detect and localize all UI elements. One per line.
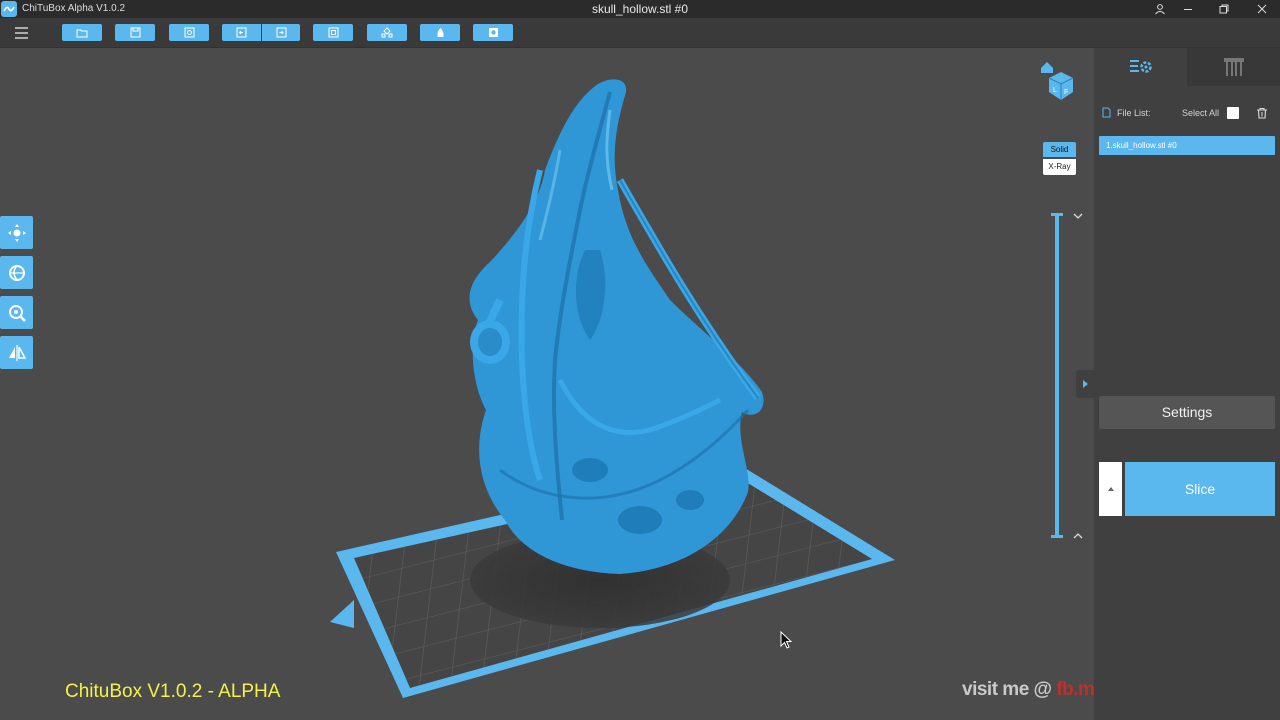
layer-slider-track[interactable] — [1055, 215, 1059, 537]
redo-icon — [276, 27, 286, 38]
slice-button[interactable]: Slice — [1125, 462, 1275, 516]
app-logo-icon — [1, 1, 17, 17]
view-cube-icon[interactable]: L F — [1039, 58, 1075, 109]
visit-prefix: visit me @ — [962, 679, 1057, 700]
tab-settings[interactable] — [1094, 48, 1187, 86]
chitubox-app: ChiTuBox Alpha V1.0.2 skull_hollow.stl #… — [0, 0, 1280, 720]
mouse-cursor-icon — [780, 631, 793, 649]
file-icon — [1102, 107, 1111, 118]
file-list-label: File List: — [1117, 107, 1151, 118]
file-list-header: File List: — [1102, 107, 1151, 118]
scale-icon — [8, 304, 26, 322]
hollow-button[interactable] — [420, 24, 460, 41]
undo-button[interactable] — [222, 24, 261, 41]
mirror-icon — [8, 344, 26, 361]
chevron-up-icon[interactable] — [1072, 531, 1084, 541]
file-list-item[interactable]: 1.skull_hollow.stl #0 — [1099, 136, 1275, 155]
tab-supports[interactable] — [1187, 48, 1280, 86]
svg-text:F: F — [1064, 89, 1068, 96]
copy-icon — [328, 27, 338, 38]
svg-text:L: L — [1053, 87, 1057, 94]
skull-model[interactable] — [469, 79, 764, 574]
arrange-button[interactable] — [367, 24, 407, 41]
trash-icon[interactable] — [1256, 107, 1268, 119]
document-title: skull_hollow.stl #0 — [591, 2, 689, 16]
slice-options-toggle[interactable] — [1099, 462, 1122, 516]
layer-slider-bottom-handle[interactable] — [1051, 535, 1063, 538]
app-name: ChiTuBox Alpha V1.0.2 — [22, 3, 126, 14]
save-icon — [130, 27, 140, 38]
copy-button[interactable] — [313, 24, 353, 41]
chevron-down-icon[interactable] — [1072, 211, 1084, 221]
settings-button[interactable]: Settings — [1099, 396, 1275, 429]
xray-mode-button[interactable]: X-Ray — [1043, 159, 1076, 175]
minimize-icon[interactable] — [1172, 0, 1204, 18]
scene-canvas[interactable] — [0, 48, 1094, 720]
open-file-button[interactable] — [62, 24, 102, 41]
save-button[interactable] — [115, 24, 155, 41]
folder-icon — [76, 29, 88, 37]
select-all-checkbox[interactable] — [1227, 107, 1239, 119]
hollow-icon — [436, 28, 444, 37]
restore-icon[interactable] — [1208, 0, 1240, 18]
hole-icon — [488, 28, 498, 37]
caret-up-icon — [1107, 487, 1114, 491]
home-icon[interactable] — [1041, 62, 1053, 73]
dig-hole-button[interactable] — [473, 24, 513, 41]
arrange-icon — [381, 27, 393, 38]
supports-icon — [1223, 58, 1244, 76]
close-icon[interactable] — [1246, 0, 1278, 18]
toolbar — [0, 18, 1280, 48]
video-caption: ChituBox V1.0.2 - ALPHA — [65, 681, 281, 702]
camera-icon — [184, 27, 194, 38]
layer-slider[interactable] — [1051, 213, 1063, 539]
rotate-icon — [8, 264, 25, 281]
solid-mode-button[interactable]: Solid — [1043, 142, 1076, 157]
undo-icon — [236, 27, 247, 38]
scale-tool[interactable] — [0, 296, 33, 329]
redo-button[interactable] — [262, 24, 300, 41]
3d-viewport[interactable] — [0, 48, 1094, 720]
rotate-tool[interactable] — [0, 256, 33, 289]
move-tool[interactable] — [0, 216, 33, 249]
title-bar: ChiTuBox Alpha V1.0.2 skull_hollow.stl #… — [0, 0, 1280, 18]
screenshot-button[interactable] — [169, 24, 209, 41]
settings-list-icon — [1129, 60, 1152, 73]
caret-right-icon — [1083, 380, 1088, 388]
move-icon — [7, 223, 26, 242]
mirror-tool[interactable] — [0, 336, 33, 369]
hamburger-menu-icon[interactable] — [14, 26, 30, 40]
panel-collapse-toggle[interactable] — [1076, 370, 1094, 398]
select-all-label: Select All — [1182, 108, 1220, 118]
